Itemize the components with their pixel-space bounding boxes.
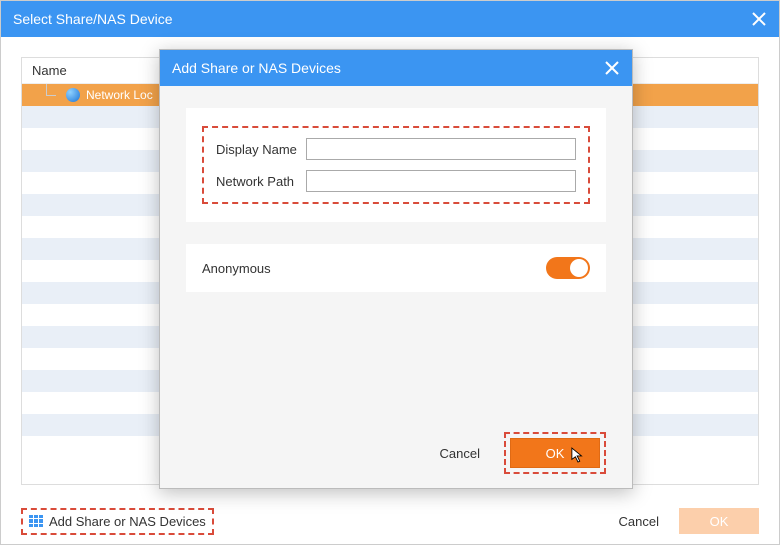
network-path-row: Network Path [216,170,576,192]
anonymous-label: Anonymous [202,261,271,276]
tree-connector-icon [46,84,60,106]
display-name-label: Display Name [216,142,306,157]
ok-highlight: OK [504,432,606,474]
add-share-modal: Add Share or NAS Devices Display Name Ne… [159,49,633,489]
display-name-input[interactable] [306,138,576,160]
modal-ok-label: OK [546,446,565,461]
network-path-input[interactable] [306,170,576,192]
outer-title: Select Share/NAS Device [13,11,173,27]
anonymous-toggle[interactable] [546,257,590,279]
select-share-window: Select Share/NAS Device Name Network Loc [0,0,780,545]
modal-body: Display Name Network Path Anonymous Canc… [160,86,632,488]
modal-ok-button[interactable]: OK [510,438,600,468]
display-name-row: Display Name [216,138,576,160]
anonymous-row: Anonymous [186,244,606,292]
form-block: Display Name Network Path [186,108,606,222]
network-path-label: Network Path [216,174,306,189]
footer-right: Cancel OK [619,508,759,534]
tree-item-label: Network Loc [86,88,153,102]
cursor-icon [571,447,585,463]
outer-ok-button[interactable]: OK [679,508,759,534]
modal-cancel-button[interactable]: Cancel [440,446,480,461]
outer-titlebar: Select Share/NAS Device [1,1,779,37]
outer-footer: Add Share or NAS Devices Cancel OK [21,506,759,536]
add-share-button[interactable]: Add Share or NAS Devices [21,508,214,535]
globe-icon [66,88,80,102]
close-icon[interactable] [604,60,620,76]
add-share-label: Add Share or NAS Devices [49,514,206,529]
modal-titlebar: Add Share or NAS Devices [160,50,632,86]
modal-footer: Cancel OK [440,432,606,474]
modal-title: Add Share or NAS Devices [172,60,341,76]
close-icon[interactable] [751,11,767,27]
form-highlight: Display Name Network Path [202,126,590,204]
outer-cancel-button[interactable]: Cancel [619,514,659,529]
toggle-knob-icon [570,259,588,277]
grid-icon [29,515,43,527]
